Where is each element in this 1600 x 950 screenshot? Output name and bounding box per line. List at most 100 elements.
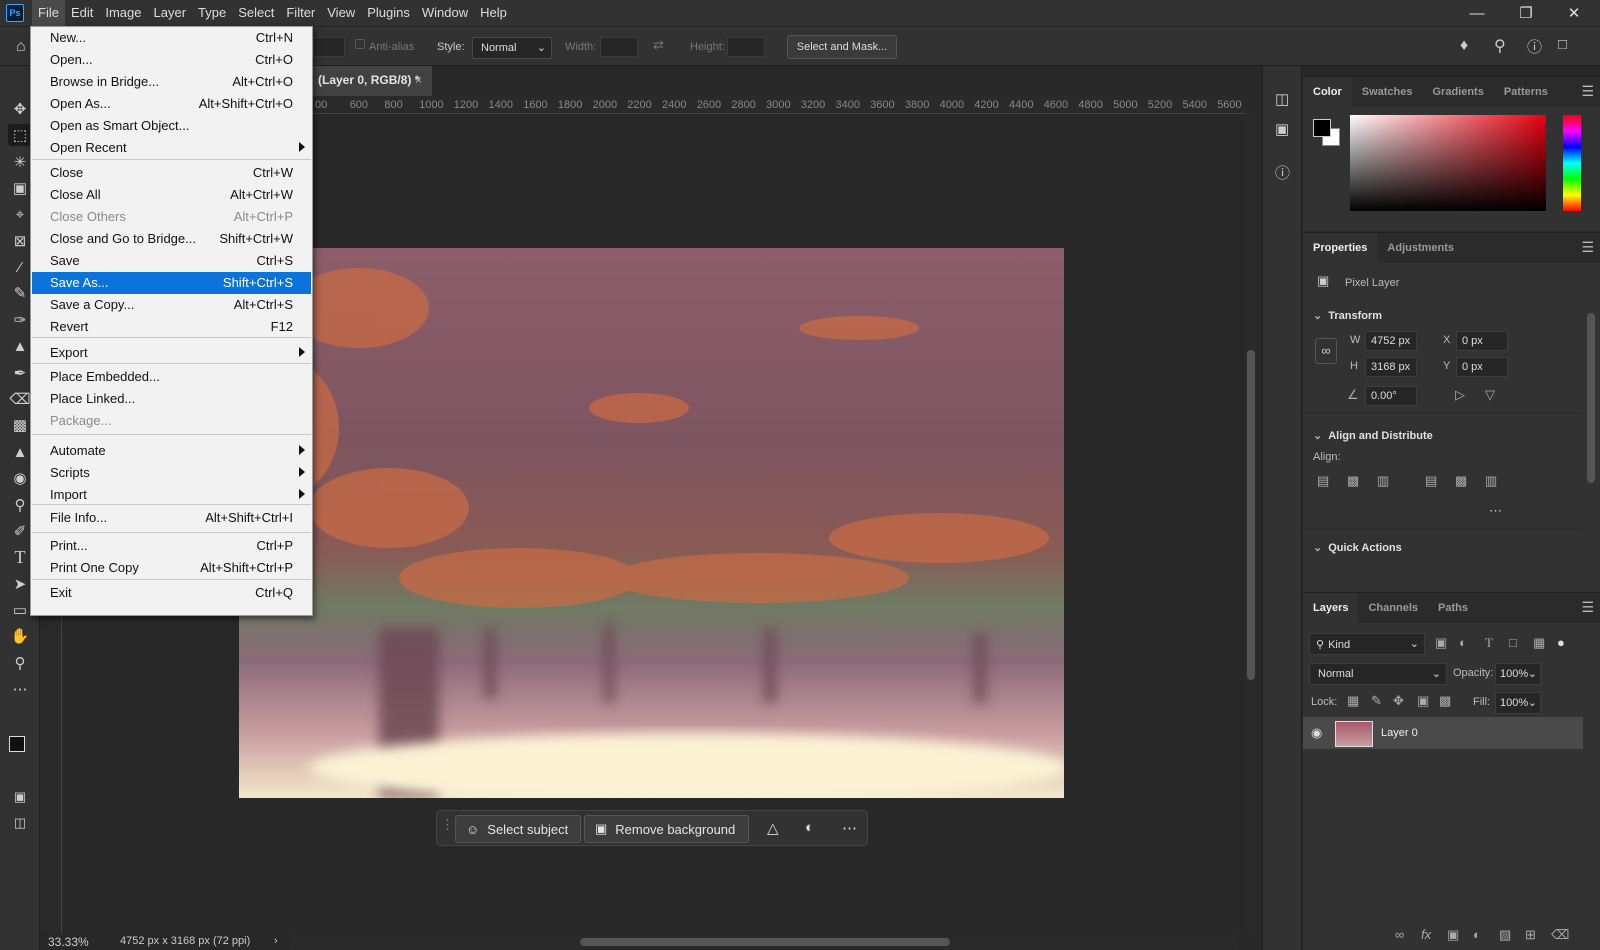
angle-input[interactable]: 0.00° <box>1365 386 1417 406</box>
menu-filter[interactable]: Filter <box>280 0 321 26</box>
zoom-level[interactable]: 33.33% <box>48 935 89 949</box>
eye-icon[interactable]: ◉ <box>1311 725 1322 741</box>
comments-icon[interactable]: ▣ <box>1275 120 1289 138</box>
workspace-icon[interactable]: □ <box>1558 36 1567 53</box>
more-options-icon[interactable]: ⋯ <box>842 819 857 837</box>
width-input[interactable]: 4752 px <box>1365 331 1417 351</box>
magnifier-tool-icon[interactable]: ⚲ <box>8 494 32 516</box>
chevron-right-icon[interactable]: › <box>274 935 278 947</box>
menu-item-new[interactable]: New... Ctrl+N <box>32 27 311 49</box>
add-mask-icon[interactable]: ▣ <box>1447 927 1459 943</box>
adjustment-icon[interactable]: ◐ <box>805 819 814 836</box>
menu-item-close[interactable]: Close Ctrl+W <box>32 162 311 184</box>
dodge-tool-icon[interactable]: ◉ <box>8 467 32 489</box>
crop-tool-icon[interactable]: ⌖ <box>8 203 32 225</box>
style-select[interactable]: Normal ⌄ <box>472 37 552 59</box>
menu-item-save-a-copy[interactable]: Save a Copy... Alt+Ctrl+S <box>32 294 311 316</box>
width-field[interactable] <box>600 37 638 57</box>
zoom-tool-icon[interactable]: ⚲ <box>8 652 32 674</box>
filter-smart-icon[interactable]: ▦ <box>1533 635 1545 651</box>
panel-menu-icon[interactable]: ☰ <box>1581 239 1594 256</box>
bell-icon[interactable]: ♦ <box>1460 37 1468 55</box>
restore-icon[interactable]: ❐ <box>1503 0 1549 26</box>
menu-item-automate[interactable]: Automate <box>32 440 311 462</box>
menu-item-browse-in-bridge[interactable]: Browse in Bridge... Alt+Ctrl+O <box>32 71 311 93</box>
opacity-input[interactable]: 100% ⌄ <box>1495 663 1541 685</box>
vertical-scrollbar[interactable] <box>1245 114 1257 934</box>
menu-item-save[interactable]: Save Ctrl+S <box>32 250 311 272</box>
foreground-color-swatch[interactable] <box>9 736 25 752</box>
more-align-icon[interactable]: ⋯ <box>1489 503 1502 519</box>
eraser-tool-icon[interactable]: ⌫ <box>8 388 32 410</box>
menu-select[interactable]: Select <box>232 0 280 26</box>
filter-adjustment-icon[interactable]: ◐ <box>1459 635 1467 650</box>
menu-item-open-as-smart-object[interactable]: Open as Smart Object... <box>32 115 311 137</box>
history-icon[interactable]: ◫ <box>1275 90 1289 108</box>
tab-channels[interactable]: Channels <box>1358 593 1428 623</box>
object-select-tool-icon[interactable]: ▣ <box>8 177 32 199</box>
menu-item-export[interactable]: Export <box>32 342 311 364</box>
hue-slider[interactable] <box>1563 115 1581 211</box>
menu-item-print-one-copy[interactable]: Print One Copy Alt+Shift+Ctrl+P <box>32 557 311 579</box>
align-center-v-icon[interactable]: ▩ <box>1455 473 1467 489</box>
fx-icon[interactable]: fx <box>1421 927 1431 942</box>
tab-properties[interactable]: Properties <box>1303 233 1378 263</box>
menu-item-close-all[interactable]: Close All Alt+Ctrl+W <box>32 184 311 206</box>
menu-image[interactable]: Image <box>99 0 147 26</box>
move-tool-icon[interactable]: ✥ <box>8 98 32 120</box>
frame-tool-icon[interactable]: ⊠ <box>8 230 32 252</box>
transform-icon[interactable]: △ <box>767 819 779 837</box>
link-layers-icon[interactable]: ∞ <box>1395 927 1404 942</box>
menu-item-place-linked[interactable]: Place Linked... <box>32 388 311 410</box>
more-tools-icon[interactable]: ⋯ <box>8 678 32 700</box>
document-tab[interactable]: (Layer 0, RGB/8) * × <box>306 66 432 96</box>
feather-field[interactable] <box>313 37 345 57</box>
tab-adjustments[interactable]: Adjustments <box>1377 233 1464 263</box>
eyedropper-tool-icon[interactable]: ⁄ <box>8 256 32 278</box>
blur-tool-icon[interactable]: ▲ <box>8 441 32 463</box>
menu-item-open[interactable]: Open... Ctrl+O <box>32 49 311 71</box>
menu-item-save-as[interactable]: Save As... Shift+Ctrl+S <box>32 272 311 294</box>
align-left-icon[interactable]: ▤ <box>1317 473 1329 489</box>
menu-item-print[interactable]: Print... Ctrl+P <box>32 535 311 557</box>
flip-vertical-icon[interactable]: ▽ <box>1485 387 1495 403</box>
flip-horizontal-icon[interactable]: ▷ <box>1455 387 1465 403</box>
new-group-icon[interactable]: ▧ <box>1499 927 1511 943</box>
blend-mode-select[interactable]: Normal ⌄ <box>1309 663 1447 685</box>
menu-help[interactable]: Help <box>474 0 513 26</box>
align-distribute-header[interactable]: ⌄ Align and Distribute <box>1313 429 1433 442</box>
layer-filter-select[interactable]: ⚲ Kind ⌄ <box>1309 633 1425 655</box>
marquee-tool-icon[interactable]: ⬚ <box>8 124 32 146</box>
quick-select-tool-icon[interactable]: ✳ <box>8 151 32 173</box>
info-icon[interactable]: ⓘ <box>1275 162 1290 183</box>
quick-mask-icon[interactable]: ▣ <box>8 786 32 808</box>
pen-tool-icon[interactable]: ✐ <box>8 520 32 542</box>
foreground-color-chip[interactable] <box>1313 119 1331 137</box>
minimize-icon[interactable]: — <box>1454 0 1500 26</box>
menu-item-close-and-go-to-bridge[interactable]: Close and Go to Bridge... Shift+Ctrl+W <box>32 228 311 250</box>
menu-layer[interactable]: Layer <box>148 0 193 26</box>
menu-window[interactable]: Window <box>416 0 474 26</box>
home-icon[interactable]: ⌂ <box>16 38 26 56</box>
menu-view[interactable]: View <box>321 0 361 26</box>
menu-item-place-embedded[interactable]: Place Embedded... <box>32 366 311 388</box>
lock-transparent-icon[interactable]: ▦ <box>1347 693 1359 709</box>
canvas-image[interactable] <box>239 248 1064 798</box>
panel-menu-icon[interactable]: ☰ <box>1581 83 1594 100</box>
lock-all-icon[interactable]: ▩ <box>1439 693 1451 709</box>
help-icon[interactable]: ⓘ <box>1527 36 1542 57</box>
lock-image-icon[interactable]: ✎ <box>1371 693 1382 709</box>
menu-type[interactable]: Type <box>192 0 232 26</box>
select-and-mask-button[interactable]: Select and Mask... <box>787 35 897 59</box>
layer-name[interactable]: Layer 0 <box>1381 727 1418 739</box>
filter-toggle-icon[interactable]: ● <box>1557 635 1565 650</box>
menu-edit[interactable]: Edit <box>65 0 99 26</box>
filter-shape-icon[interactable]: □ <box>1509 635 1517 650</box>
antialias-checkbox[interactable] <box>355 39 365 49</box>
type-tool-icon[interactable]: T <box>8 546 32 568</box>
x-input[interactable]: 0 px <box>1456 331 1508 351</box>
close-tab-icon[interactable]: × <box>415 73 422 87</box>
horizontal-scrollbar[interactable] <box>290 935 1238 949</box>
gradient-tool-icon[interactable]: ▩ <box>8 414 32 436</box>
menu-plugins[interactable]: Plugins <box>361 0 416 26</box>
